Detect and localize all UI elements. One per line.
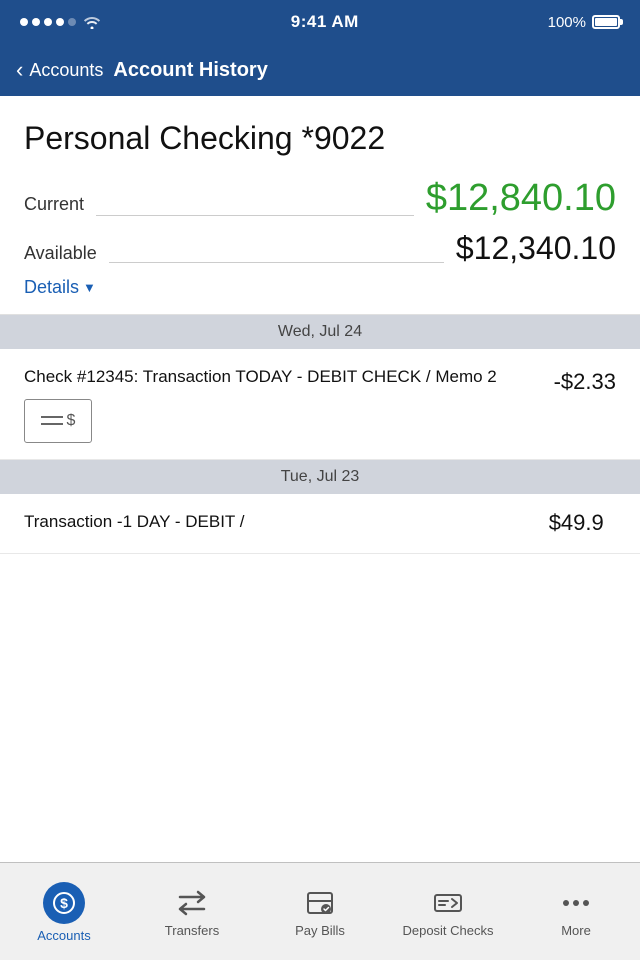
account-info-section: Personal Checking *9022 Current $12,840.… xyxy=(0,96,640,315)
status-right: 100% xyxy=(548,14,620,31)
nav-header: ‹ Accounts Account History xyxy=(0,44,640,96)
battery-icon xyxy=(592,15,620,29)
account-name: Personal Checking *9022 xyxy=(24,120,616,157)
battery-level: 100% xyxy=(548,14,586,31)
deposit-checks-icon xyxy=(432,887,464,919)
tab-transfers-label: Transfers xyxy=(165,923,219,938)
transaction-amount: -$2.33 xyxy=(554,365,616,395)
transfers-icon xyxy=(176,887,208,919)
check-line-decoration xyxy=(41,416,63,425)
details-button[interactable]: Details ▼ xyxy=(24,277,616,298)
tab-deposit-checks[interactable]: Deposit Checks xyxy=(384,877,512,946)
signal-dots xyxy=(20,18,76,26)
available-divider-line xyxy=(109,262,444,263)
available-amount: $12,340.10 xyxy=(456,230,616,267)
current-amount: $12,840.10 xyxy=(426,177,616,220)
current-divider-line xyxy=(96,215,414,216)
current-label: Current xyxy=(24,194,84,215)
more-icon xyxy=(560,887,592,919)
back-button[interactable]: ‹ Accounts xyxy=(16,59,103,81)
transaction-description-partial: Transaction -1 DAY - DEBIT / xyxy=(24,510,244,534)
check-image-thumbnail[interactable]: $ xyxy=(24,399,92,443)
tab-pay-bills-label: Pay Bills xyxy=(295,923,345,938)
available-balance-row: Available $12,340.10 xyxy=(24,230,616,267)
available-label: Available xyxy=(24,243,97,264)
tab-accounts-label: Accounts xyxy=(37,928,90,943)
pay-bills-icon xyxy=(304,887,336,919)
check-dollar-sign: $ xyxy=(67,412,76,430)
section-header-wed-jul24: Wed, Jul 24 xyxy=(0,315,640,349)
transaction-details: Check #12345: Transaction TODAY - DEBIT … xyxy=(24,365,554,443)
back-chevron-icon: ‹ xyxy=(16,59,23,81)
tab-accounts[interactable]: $ Accounts xyxy=(0,872,128,951)
svg-text:$: $ xyxy=(60,895,68,911)
accounts-icon: $ xyxy=(52,891,76,915)
section-header-tue-jul23: Tue, Jul 23 xyxy=(0,460,640,494)
tab-bar: $ Accounts Transfers Pay Bills xyxy=(0,862,640,960)
section-date-label-2: Tue, Jul 23 xyxy=(281,468,360,485)
accounts-icon-circle: $ xyxy=(43,882,85,924)
tab-more[interactable]: More xyxy=(512,877,640,946)
current-balance-row: Current $12,840.10 xyxy=(24,177,616,220)
status-bar: 9:41 AM 100% xyxy=(0,0,640,44)
transaction-description: Check #12345: Transaction TODAY - DEBIT … xyxy=(24,365,538,389)
status-left xyxy=(20,15,102,29)
table-row[interactable]: Transaction -1 DAY - DEBIT / $49.99 xyxy=(0,494,640,554)
back-label: Accounts xyxy=(29,60,103,81)
status-time: 9:41 AM xyxy=(291,12,359,32)
section-date-label: Wed, Jul 24 xyxy=(278,323,362,340)
details-label: Details xyxy=(24,277,79,298)
tab-pay-bills[interactable]: Pay Bills xyxy=(256,877,384,946)
tab-transfers[interactable]: Transfers xyxy=(128,877,256,946)
wifi-icon xyxy=(82,15,102,29)
table-row[interactable]: Check #12345: Transaction TODAY - DEBIT … xyxy=(0,349,640,460)
tab-more-label: More xyxy=(561,923,591,938)
transaction-amount-partial: $49.99 xyxy=(549,510,616,536)
tab-deposit-checks-label: Deposit Checks xyxy=(402,923,493,938)
page-title: Account History xyxy=(113,59,267,82)
details-chevron-icon: ▼ xyxy=(83,280,96,295)
